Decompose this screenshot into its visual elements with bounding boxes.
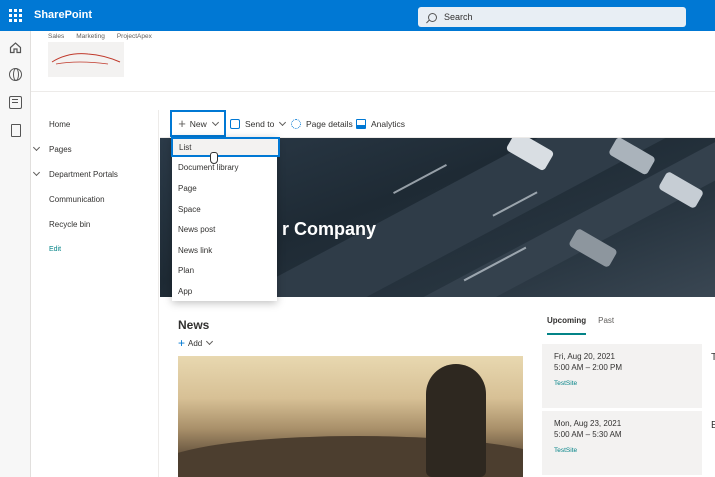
chevron-down-icon	[206, 337, 214, 346]
analytics-label: Analytics	[371, 119, 406, 129]
menu-item-app[interactable]: App	[172, 281, 277, 301]
search-box[interactable]: Search	[418, 7, 686, 27]
new-menu: List Document library Page Space News po…	[171, 137, 280, 301]
site-header	[31, 31, 715, 93]
news-icon[interactable]	[9, 96, 22, 109]
globe-icon[interactable]	[9, 68, 22, 81]
event-site: TestSite	[554, 447, 578, 454]
chevron-down-icon[interactable]	[32, 143, 41, 152]
new-label: New	[189, 118, 207, 129]
site-logo[interactable]	[48, 42, 124, 77]
search-icon	[428, 12, 437, 22]
share-icon	[230, 119, 240, 129]
event-title-truncated: T	[711, 352, 715, 363]
hub-navigation: Sales Marketing ProjectApex	[48, 33, 152, 40]
home-icon[interactable]	[9, 41, 22, 54]
nav-item-home[interactable]: Home	[49, 120, 70, 129]
hub-nav-sales[interactable]: Sales	[48, 33, 64, 40]
news-add-button[interactable]: + Add	[178, 336, 214, 350]
hub-nav-projectapex[interactable]: ProjectApex	[117, 33, 152, 40]
tab-past[interactable]: Past	[598, 316, 614, 335]
nav-edit-link[interactable]: Edit	[49, 246, 61, 253]
plus-icon: +	[178, 116, 186, 131]
search-placeholder: Search	[444, 12, 473, 22]
send-to-button[interactable]: Send to	[230, 110, 287, 138]
hub-nav-marketing[interactable]: Marketing	[76, 33, 105, 40]
event-date: Fri, Aug 20, 2021	[554, 352, 615, 361]
events-tabs: Upcoming Past	[547, 316, 614, 335]
event-time: 5:00 AM – 5:30 AM	[554, 430, 622, 439]
menu-item-list[interactable]: List	[171, 137, 280, 157]
nav-item-communication[interactable]: Communication	[49, 195, 105, 204]
suite-header: SharePoint Search	[0, 0, 715, 31]
menu-item-news-post[interactable]: News post	[172, 219, 277, 239]
news-heading: News	[178, 318, 210, 332]
menu-item-space[interactable]: Space	[172, 199, 277, 219]
waffle-icon	[9, 9, 22, 22]
menu-item-plan[interactable]: Plan	[172, 260, 277, 280]
analytics-button[interactable]: Analytics	[356, 110, 405, 138]
brand-title[interactable]: SharePoint	[34, 9, 92, 21]
chevron-down-icon	[279, 118, 287, 127]
analytics-icon	[356, 119, 366, 129]
send-to-label: Send to	[245, 119, 275, 129]
tab-upcoming[interactable]: Upcoming	[547, 316, 587, 335]
new-button[interactable]: + New	[170, 110, 226, 137]
plus-icon: +	[178, 336, 186, 350]
gear-icon	[291, 119, 301, 129]
command-bar: + New Send to Page details Analytics	[160, 110, 715, 138]
app-launcher-button[interactable]	[0, 0, 31, 31]
event-date: Mon, Aug 23, 2021	[554, 419, 622, 428]
menu-item-news-link[interactable]: News link	[172, 240, 277, 260]
nav-item-pages[interactable]: Pages	[49, 145, 72, 154]
news-image-hiker	[426, 364, 486, 477]
event-site: TestSite	[554, 380, 578, 387]
news-image[interactable]	[178, 356, 523, 477]
news-add-label: Add	[188, 338, 203, 348]
car-logo-image	[51, 53, 121, 65]
app-bar	[0, 31, 31, 477]
event-time: 5:00 AM – 2:00 PM	[554, 363, 623, 372]
chevron-down-icon	[211, 118, 219, 126]
hero-title: r Company	[282, 219, 377, 239]
header-divider	[31, 91, 715, 92]
event-card[interactable]: Mon, Aug 23, 2021 5:00 AM – 5:30 AM Test…	[542, 411, 702, 475]
nav-item-department-portals[interactable]: Department Portals	[49, 170, 118, 179]
chevron-down-icon[interactable]	[32, 168, 41, 177]
mouse-pointer-icon	[210, 152, 218, 164]
document-icon[interactable]	[11, 124, 21, 137]
nav-item-recycle-bin[interactable]: Recycle bin	[49, 220, 90, 229]
page-details-button[interactable]: Page details	[291, 110, 353, 138]
menu-item-document-library[interactable]: Document library	[172, 157, 277, 177]
menu-item-page[interactable]: Page	[172, 178, 277, 198]
page-details-label: Page details	[306, 119, 353, 129]
event-card[interactable]: Fri, Aug 20, 2021 5:00 AM – 2:00 PM Test…	[542, 344, 702, 408]
left-navigation: Home Pages Department Portals Communicat…	[31, 110, 159, 477]
event-title-truncated: E	[711, 420, 715, 431]
